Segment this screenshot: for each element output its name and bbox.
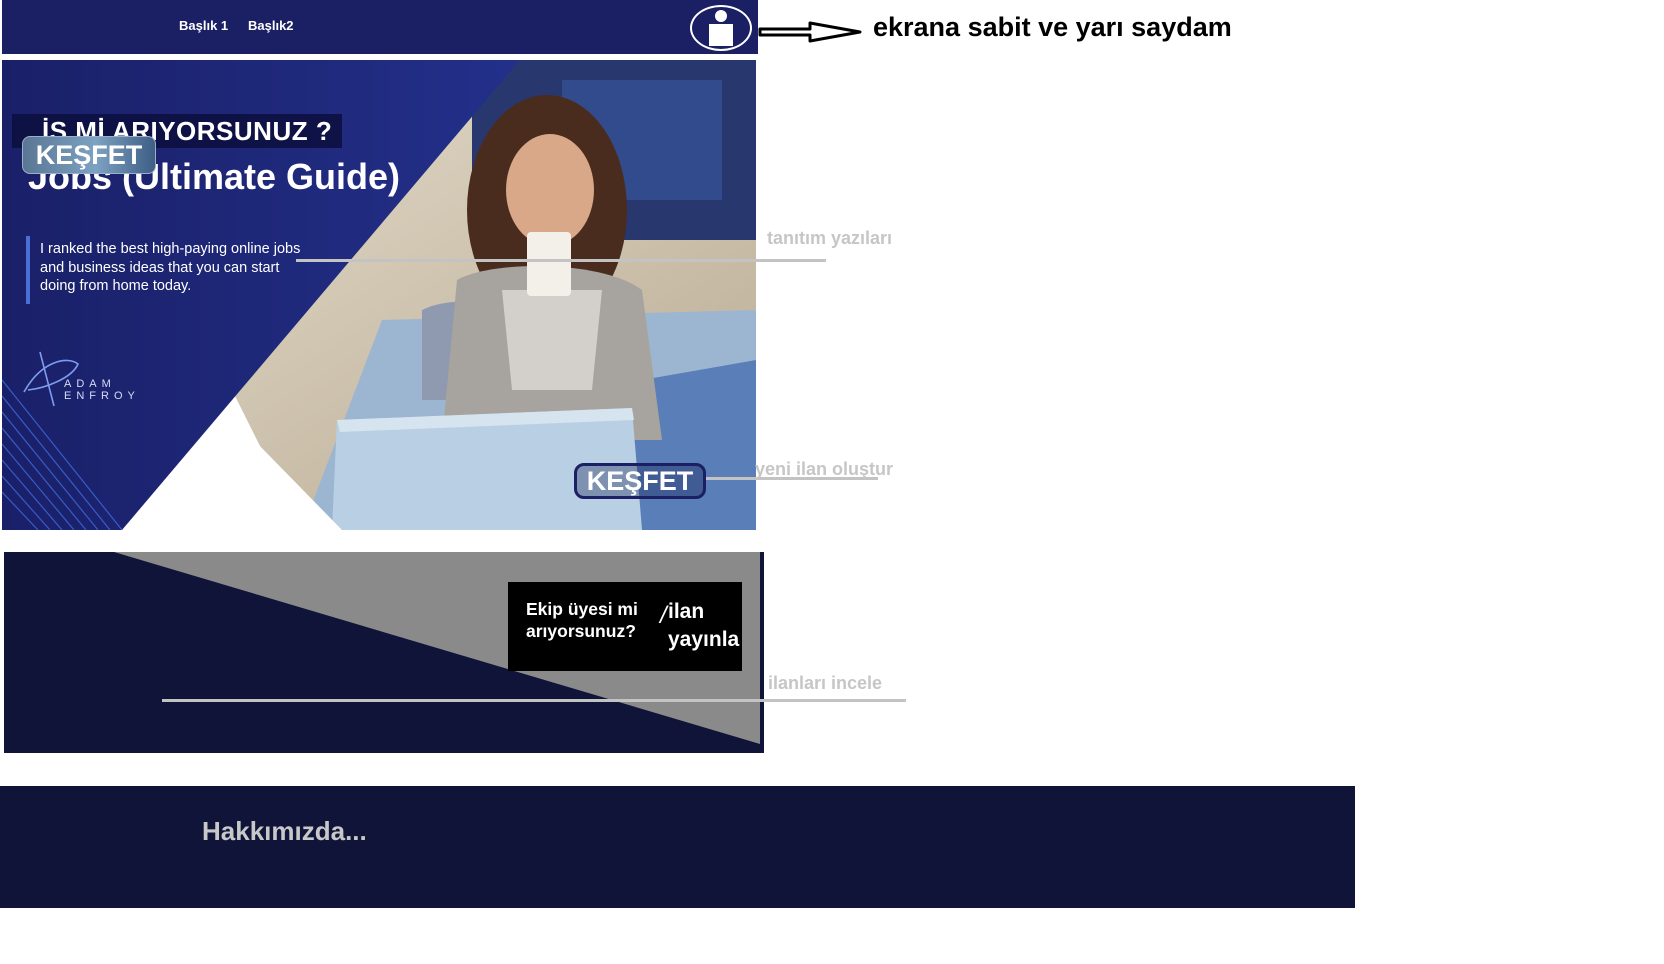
hero-description: I ranked the best high-paying online job… xyxy=(40,241,301,294)
user-icon xyxy=(709,10,733,46)
annotation-line-review xyxy=(162,699,906,702)
team-member-question: Ekip üyesi mi arıyorsunuz? xyxy=(526,599,638,641)
hero-kesfet-button[interactable]: KEŞFET xyxy=(574,463,706,499)
publish-listing-link[interactable]: ilan yayınla xyxy=(668,598,758,654)
hero-accent-bar xyxy=(26,236,30,304)
annotation-review-listings: ilanları incele xyxy=(768,673,883,693)
nav-link-baslik-1[interactable]: Başlık 1 xyxy=(179,18,228,33)
nav-link-baslik-2[interactable]: Başlık2 xyxy=(248,18,294,33)
annotation-new-listing: yeni ilan oluştur xyxy=(755,459,894,479)
about-link[interactable]: Hakkımızda... xyxy=(202,816,367,847)
listings-kesfet-button[interactable]: KEŞFET xyxy=(22,136,156,174)
box-slash: / xyxy=(660,602,667,629)
annotation-line-intro xyxy=(296,259,826,262)
logo-text: ADAM ENFROY xyxy=(64,378,140,402)
hero-banner: İŞ Mİ ARIYORSUNUZ ? Jobs (Ultimate Guide… xyxy=(2,60,756,530)
footer: Hakkımızda... xyxy=(0,786,1355,908)
listings-section: Ekip üyesi mi arıyorsunuz? / ilan yayınl… xyxy=(4,552,764,753)
arrow-right-icon xyxy=(758,21,862,43)
annotation-intro-text: tanıtım yazıları xyxy=(767,228,893,248)
team-member-box[interactable]: Ekip üyesi mi arıyorsunuz? / ilan yayınl… xyxy=(508,582,742,671)
top-navbar: Başlık 1 Başlık2 xyxy=(2,0,758,54)
annotation-fixed-header: ekrana sabit ve yarı saydam xyxy=(873,12,1232,42)
user-avatar-button[interactable] xyxy=(690,5,752,51)
